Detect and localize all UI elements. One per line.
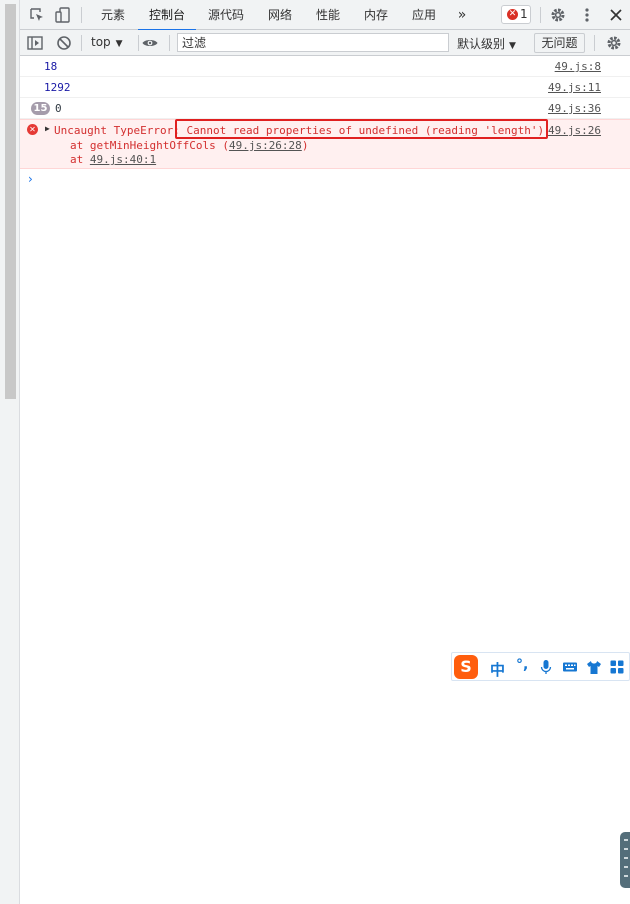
tabbar-divider	[540, 7, 541, 23]
ime-toolbar: S 中 °,	[451, 652, 630, 681]
error-icon: ✕	[27, 124, 38, 135]
error-message-row: ✕ ▶ Uncaught TypeError: Cannot read prop…	[20, 119, 630, 169]
tab-console[interactable]: 控制台	[138, 0, 196, 31]
repeat-count-badge: 15	[31, 102, 50, 115]
filter-box	[177, 33, 449, 52]
log-value: 1292	[44, 81, 71, 94]
stack-frame-text: at getMinHeightOffCols (	[70, 139, 229, 152]
tab-network[interactable]: 网络	[266, 0, 294, 30]
context-label: top	[91, 35, 111, 49]
tab-memory[interactable]: 内存	[362, 0, 390, 30]
console-settings-icon[interactable]	[605, 34, 623, 52]
console-messages: 18 49.js:8 1292 49.js:11 15 0 49.js:36 ✕…	[20, 56, 630, 189]
stack-frame: at 49.js:40:1	[70, 153, 156, 166]
console-prompt[interactable]: ›	[20, 169, 630, 189]
settings-gear-icon[interactable]	[549, 6, 567, 24]
ime-mode-toggle[interactable]: 中	[490, 659, 505, 680]
keyboard-icon[interactable]	[562, 659, 578, 675]
chevron-down-icon: ▼	[509, 41, 516, 51]
annotation-highlight-box	[175, 119, 548, 139]
tab-sources[interactable]: 源代码	[206, 0, 246, 30]
toolbar-divider	[594, 35, 595, 51]
toolbar-divider	[169, 35, 170, 51]
tab-application[interactable]: 应用	[410, 0, 438, 30]
error-source-link[interactable]: 49.js:26	[548, 124, 601, 137]
tab-performance[interactable]: 性能	[314, 0, 342, 30]
eye-icon[interactable]	[141, 34, 159, 52]
filter-input[interactable]	[178, 34, 446, 51]
issues-button[interactable]: 无问题	[534, 33, 585, 53]
log-source-link[interactable]: 49.js:36	[548, 102, 601, 115]
toolbar-divider	[81, 35, 82, 51]
log-levels-label: 默认级别	[457, 37, 506, 51]
console-toolbar: top▼ 默认级别▼ 无问题	[20, 30, 630, 56]
clear-console-icon[interactable]	[55, 34, 73, 52]
more-vert-icon[interactable]	[578, 6, 596, 24]
microphone-icon[interactable]	[538, 659, 554, 675]
stack-frame-link[interactable]: 49.js:40:1	[90, 153, 156, 166]
ime-punctuation-toggle[interactable]: °,	[516, 657, 528, 673]
tabbar-divider	[81, 7, 82, 23]
inspect-icon[interactable]	[28, 6, 46, 24]
log-source-link[interactable]: 49.js:8	[555, 60, 601, 73]
stack-frame-text: at	[70, 153, 90, 166]
stack-frame-text: )	[301, 139, 309, 152]
tab-elements[interactable]: 元素	[98, 0, 128, 30]
prompt-chevron-icon: ›	[28, 172, 33, 186]
context-selector[interactable]: top ▼	[91, 35, 123, 49]
toolbar-divider	[138, 35, 139, 51]
toolbox-grid-icon[interactable]	[609, 659, 625, 675]
error-count-badge[interactable]: ✕ 1	[501, 5, 531, 24]
stack-frame: at getMinHeightOffCols (49.js:26:28)	[70, 139, 308, 152]
log-source-link[interactable]: 49.js:11	[548, 81, 601, 94]
log-row: 15 0 49.js:36	[20, 98, 630, 119]
log-row: 1292 49.js:11	[20, 77, 630, 98]
error-circle-icon: ✕	[507, 9, 518, 20]
log-row: 18 49.js:8	[20, 56, 630, 77]
error-count: 1	[520, 7, 528, 21]
devtools-panel: 元素 控制台 源代码 网络 性能 内存 应用 » ✕ 1 top ▼ 过滤 默认…	[20, 0, 630, 904]
chevron-down-icon: ▼	[115, 39, 123, 49]
ime-logo[interactable]: S	[454, 655, 478, 679]
scrollbar-thumb[interactable]	[5, 4, 16, 399]
left-scrollbar[interactable]	[0, 0, 20, 904]
more-tabs-button[interactable]: »	[454, 0, 470, 30]
sidebar-toggle-icon[interactable]	[26, 34, 44, 52]
side-widget-handle[interactable]	[620, 832, 630, 888]
skin-shirt-icon[interactable]	[586, 659, 602, 675]
log-value: 0	[55, 102, 62, 115]
stack-frame-link[interactable]: 49.js:26:28	[229, 139, 302, 152]
close-icon[interactable]	[607, 6, 625, 24]
device-toolbar-icon[interactable]	[54, 6, 72, 24]
log-levels-dropdown[interactable]: 默认级别 ▼	[457, 35, 516, 52]
log-value: 18	[44, 60, 58, 73]
expand-triangle-icon[interactable]: ▶	[45, 124, 50, 133]
devtools-tab-bar: 元素 控制台 源代码 网络 性能 内存 应用 » ✕ 1	[20, 0, 630, 31]
